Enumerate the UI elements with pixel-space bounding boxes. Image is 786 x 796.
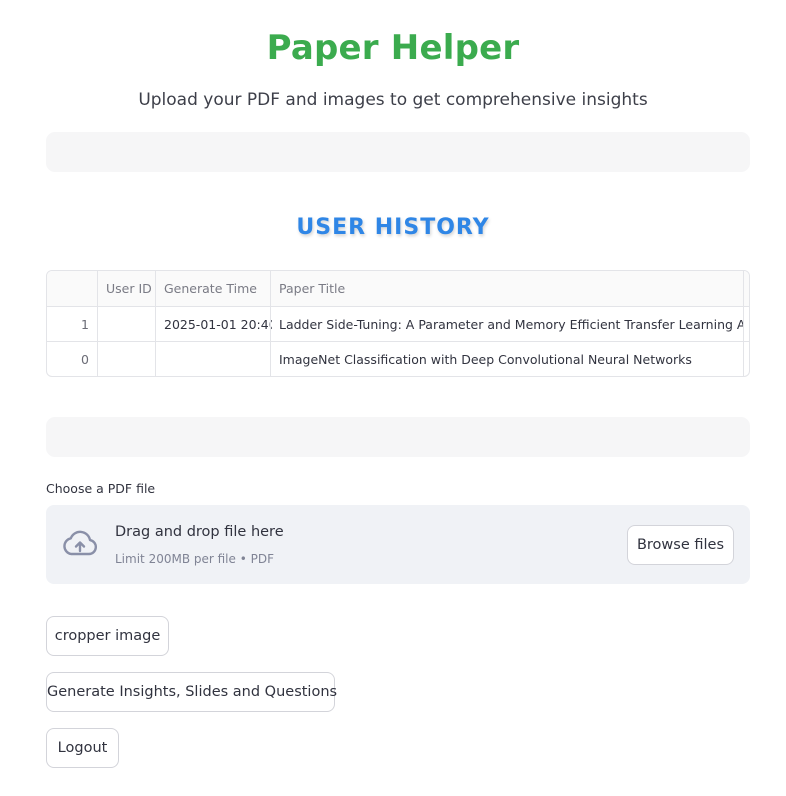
- empty-info-box: [46, 132, 750, 172]
- history-title: USER HISTORY: [296, 215, 490, 240]
- cloud-upload-icon: [63, 530, 98, 556]
- paper-title-cell[interactable]: ImageNet Classification with Deep Convol…: [279, 342, 744, 376]
- generate-insights-button[interactable]: Generate Insights, Slides and Questions: [46, 672, 337, 712]
- generate-time-cell[interactable]: [164, 342, 272, 376]
- cropper-image-button[interactable]: cropper image: [46, 616, 169, 656]
- empty-info-box: [46, 417, 750, 457]
- column-divider: [155, 271, 156, 376]
- history-grid: User ID Generate Time Paper Title 1 2025…: [47, 271, 749, 376]
- browse-files-button[interactable]: Browse files: [627, 525, 734, 565]
- column-header-generate-time[interactable]: Generate Time: [164, 271, 272, 307]
- table-header-row: User ID Generate Time Paper Title: [47, 271, 749, 307]
- table-row[interactable]: 0 ImageNet Classification with Deep Conv…: [47, 342, 749, 376]
- file-dropzone[interactable]: Drag and drop file here Limit 200MB per …: [46, 505, 750, 584]
- file-uploader-label: Choose a PDF file: [46, 481, 156, 496]
- column-divider: [743, 271, 744, 376]
- generate-time-cell[interactable]: 2025-01-01 20:40: [164, 307, 272, 342]
- column-header-user-id[interactable]: User ID: [106, 271, 156, 307]
- history-table[interactable]: User ID Generate Time Paper Title 1 2025…: [46, 270, 750, 377]
- app-page: Paper Helper Upload your PDF and images …: [0, 0, 786, 796]
- user-id-cell[interactable]: [106, 342, 156, 376]
- column-header-paper-title[interactable]: Paper Title: [279, 271, 739, 307]
- table-row[interactable]: 1 2025-01-01 20:40 Ladder Side-Tuning: A…: [47, 307, 749, 342]
- app-title: Paper Helper: [266, 28, 520, 68]
- row-index-cell: 1: [81, 317, 89, 332]
- file-limit-text: Limit 200MB per file • PDF: [115, 552, 274, 566]
- logout-button[interactable]: Logout: [46, 728, 119, 768]
- column-header-index[interactable]: [47, 271, 97, 307]
- user-id-cell[interactable]: [106, 307, 156, 342]
- app-subtitle: Upload your PDF and images to get compre…: [138, 90, 648, 110]
- drop-instruction: Drag and drop file here: [115, 524, 284, 540]
- row-index-cell: 0: [81, 352, 89, 367]
- column-divider: [97, 271, 98, 376]
- column-divider: [270, 271, 271, 376]
- paper-title-cell[interactable]: Ladder Side-Tuning: A Parameter and Memo…: [279, 307, 744, 342]
